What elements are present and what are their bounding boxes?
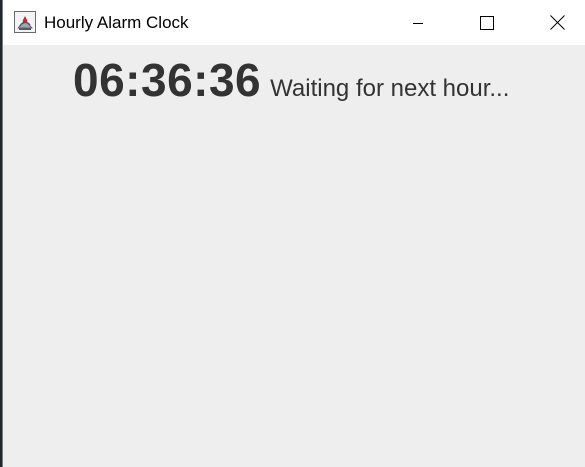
java-cup-icon[interactable] [14, 11, 36, 33]
maximize-icon [480, 15, 494, 30]
close-button[interactable] [534, 0, 580, 45]
alarm-status: Waiting for next hour... [270, 75, 510, 102]
minimize-button[interactable] [395, 0, 441, 45]
clock-time: 06:36:36 [73, 54, 262, 106]
app-window: Hourly Alarm Clock 06:36:36 Waiting for … [2, 0, 585, 467]
content-panel: 06:36:36 Waiting for next hour... [3, 45, 585, 467]
maximize-button[interactable] [464, 0, 510, 45]
title-bar[interactable]: Hourly Alarm Clock [3, 0, 585, 45]
close-icon [549, 15, 565, 30]
minimize-icon [413, 22, 423, 24]
window-title: Hourly Alarm Clock [44, 13, 189, 32]
clock-row: 06:36:36 Waiting for next hour... [73, 53, 509, 107]
